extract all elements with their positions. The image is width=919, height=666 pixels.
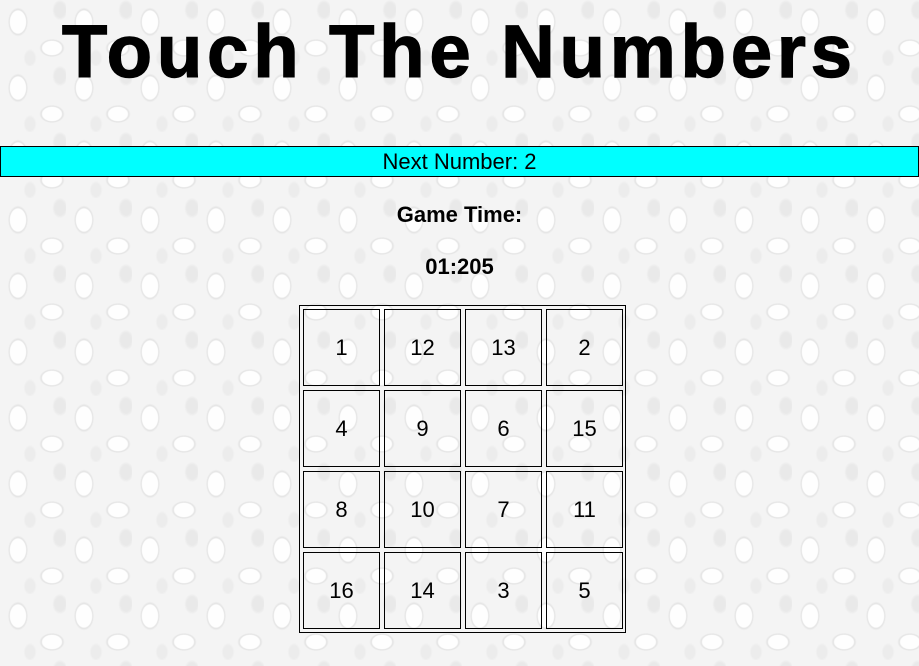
number-cell[interactable]: 16 (303, 552, 380, 629)
game-title: Touch The Numbers (61, 9, 857, 93)
number-cell[interactable]: 1 (303, 309, 380, 386)
number-cell[interactable]: 13 (465, 309, 542, 386)
number-cell[interactable]: 11 (546, 471, 623, 548)
number-cell[interactable]: 14 (384, 552, 461, 629)
game-time-label: Game Time: (396, 202, 523, 227)
game-time-value: 01:205 (425, 254, 494, 279)
next-number-banner: Next Number: 2 (0, 146, 919, 177)
number-cell[interactable]: 7 (465, 471, 542, 548)
number-cell[interactable]: 9 (384, 390, 461, 467)
number-cell[interactable]: 6 (465, 390, 542, 467)
number-cell[interactable]: 8 (303, 471, 380, 548)
number-cell[interactable]: 10 (384, 471, 461, 548)
number-cell[interactable]: 5 (546, 552, 623, 629)
number-cell[interactable]: 3 (465, 552, 542, 629)
number-cell[interactable]: 2 (546, 309, 623, 386)
number-cell[interactable]: 12 (384, 309, 461, 386)
number-grid: 1 12 13 2 4 9 6 15 8 10 7 11 16 14 3 5 (299, 305, 626, 633)
number-cell[interactable]: 4 (303, 390, 380, 467)
number-cell[interactable]: 15 (546, 390, 623, 467)
